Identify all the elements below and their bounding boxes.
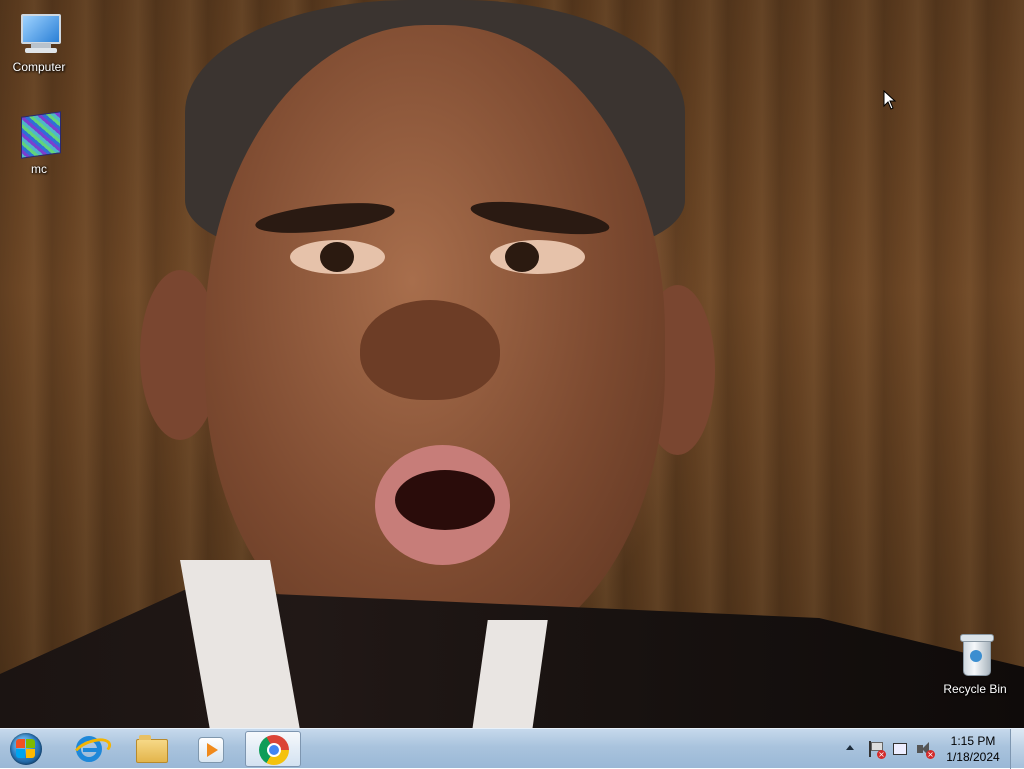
action-center-flag-icon[interactable]: × (866, 741, 886, 759)
desktop-icon-label: Computer (12, 60, 66, 74)
taskbar: × × 1:15 PM 1/18/2024 (0, 728, 1024, 769)
file-explorer-icon (134, 734, 168, 764)
clock-time: 1:15 PM (950, 734, 996, 748)
volume-muted-icon[interactable]: × (915, 741, 935, 759)
desktop-icon-label: Recycle Bin (943, 682, 1007, 696)
taskbar-chrome-button[interactable] (245, 731, 301, 767)
start-button[interactable] (3, 730, 49, 768)
recycle-bin-icon (951, 630, 999, 678)
show-hidden-icons-button[interactable] (843, 729, 857, 769)
taskbar-media-player-button[interactable] (182, 731, 238, 767)
show-desktop-button[interactable] (1010, 729, 1024, 769)
computer-icon (15, 8, 63, 56)
minecraft-block-icon (15, 110, 63, 159)
desktop-icon-label: mc (31, 162, 47, 176)
desktop-icon-recycle-bin[interactable]: Recycle Bin (937, 630, 1013, 696)
chevron-up-icon (846, 745, 854, 750)
mouse-pointer-icon (883, 90, 897, 110)
taskbar-internet-explorer-button[interactable] (62, 731, 118, 767)
clock-date: 1/18/2024 (946, 750, 1000, 764)
network-icon[interactable] (891, 741, 909, 757)
system-clock[interactable]: 1:15 PM 1/18/2024 (940, 733, 1006, 765)
chrome-icon (258, 735, 290, 765)
desktop-icon-mc[interactable]: mc (1, 110, 77, 176)
desktop-icon-computer[interactable]: Computer (1, 8, 77, 74)
windows-flag-icon (16, 739, 36, 759)
internet-explorer-icon (69, 733, 115, 767)
media-player-icon (194, 734, 226, 764)
desktop[interactable]: Computer mc Recycle Bin (0, 0, 1024, 728)
taskbar-file-explorer-button[interactable] (122, 731, 178, 767)
